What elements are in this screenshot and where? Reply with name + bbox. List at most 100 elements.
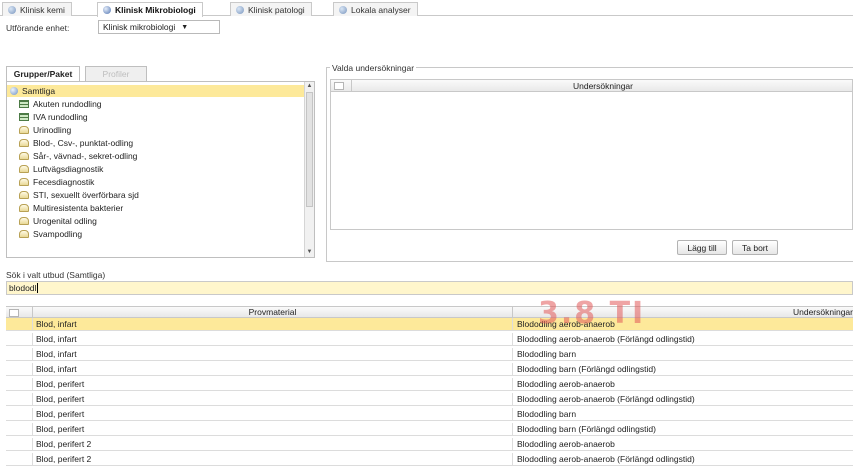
cell-test: Blododling barn <box>517 409 577 419</box>
scrollbar-thumb[interactable] <box>306 92 313 207</box>
column-header-provmaterial[interactable]: Provmaterial <box>32 307 513 318</box>
search-value: blododl <box>9 283 37 293</box>
group-item[interactable]: Svampodling <box>7 228 305 240</box>
add-button[interactable]: Lägg till <box>677 240 727 255</box>
cell-material: Blod, perifert <box>32 423 513 436</box>
cell-material: Blod, perifert <box>32 393 513 406</box>
table-row[interactable]: Blod, perifert Blododling aerob-anaerob <box>6 378 853 391</box>
cell-test: Blododling aerob-anaerob <box>517 379 615 389</box>
package-icon <box>19 152 29 160</box>
group-item-label: Urinodling <box>33 125 72 135</box>
tab-lokala-analyser[interactable]: Lokala analyser <box>333 2 418 16</box>
tab-label: Lokala analyser <box>351 4 411 15</box>
cell-material: Blod, infart <box>32 318 513 331</box>
table-row[interactable]: Blod, infart Blododling barn (Förlängd o… <box>6 363 853 376</box>
select-all-checkbox[interactable] <box>334 82 344 90</box>
group-item-samtliga[interactable]: Samtliga <box>7 85 305 97</box>
group-item-label: Sår-, vävnad-, sekret-odling <box>33 151 138 161</box>
tab-klinisk-kemi[interactable]: Klinisk kemi <box>2 2 72 16</box>
group-item[interactable]: STI, sexuellt överförbara sjd <box>7 189 305 201</box>
selected-tests-grid: Undersökningar <box>330 79 853 230</box>
chevron-down-icon: ▼ <box>181 23 189 31</box>
group-item[interactable]: Akuten rundodling <box>7 98 305 110</box>
table-row[interactable]: Blod, perifert Blododling barn (Förlängd… <box>6 423 853 436</box>
cell-test: Blododling aerob-anaerob (Förlängd odlin… <box>517 454 695 464</box>
remove-button[interactable]: Ta bort <box>732 240 778 255</box>
unit-dropdown[interactable]: Klinisk mikrobiologi ▼ <box>98 20 220 34</box>
group-item-label: Blod-, Csv-, punktat-odling <box>33 138 134 148</box>
tab-label: Klinisk kemi <box>20 4 65 15</box>
search-input[interactable]: blododl <box>6 281 853 295</box>
globe-icon <box>10 87 18 95</box>
column-header-undersokningar[interactable]: Undersökningar <box>513 307 853 318</box>
selected-tests-legend: Valda undersökningar <box>330 63 417 73</box>
tab-klinisk-patologi[interactable]: Klinisk patologi <box>230 2 312 16</box>
tab-label: Klinisk Mikrobiologi <box>115 5 196 15</box>
cell-test: Blododling aerob-anaerob (Förlängd odlin… <box>517 334 695 344</box>
group-item-label: STI, sexuellt överförbara sjd <box>33 190 139 200</box>
tab-profiles[interactable]: Profiler <box>85 66 147 81</box>
package-icon <box>19 126 29 134</box>
cell-material: Blod, perifert 2 <box>32 438 513 451</box>
tab-klinisk-mikrobiologi[interactable]: Klinisk Mikrobiologi <box>97 2 203 17</box>
cell-material: Blod, infart <box>32 363 513 376</box>
results-table: Blod, infart Blododling aerob-anaerob Bl… <box>6 318 853 473</box>
package-icon <box>19 165 29 173</box>
tab-groups-packages[interactable]: Grupper/Paket <box>6 66 80 81</box>
table-row[interactable]: Blod, perifert Blododling aerob-anaerob … <box>6 393 853 406</box>
group-item-label: Samtliga <box>22 86 56 96</box>
group-item[interactable]: Multiresistenta bakterier <box>7 202 305 214</box>
search-label: Sök i valt utbud (Samtliga) <box>6 270 106 280</box>
group-item[interactable]: Urinodling <box>7 124 305 136</box>
cell-test: Blododling aerob-anaerob <box>517 439 615 449</box>
group-item[interactable]: Sår-, vävnad-, sekret-odling <box>7 150 305 162</box>
group-list: Samtliga Akuten rundodling IVA rundodlin… <box>6 81 315 258</box>
package-icon <box>19 139 29 147</box>
scroll-up-icon[interactable]: ▲ <box>305 82 314 91</box>
scroll-down-icon[interactable]: ▼ <box>305 248 314 257</box>
package-icon <box>19 178 29 186</box>
table-icon <box>19 100 29 108</box>
globe-icon <box>103 6 111 14</box>
globe-icon <box>236 5 244 14</box>
results-header: Provmaterial Undersökningar <box>6 306 853 318</box>
cell-test: Blododling aerob-anaerob (Förlängd odlin… <box>517 394 695 404</box>
table-icon <box>19 113 29 121</box>
package-icon <box>19 204 29 212</box>
package-icon <box>19 230 29 238</box>
group-item[interactable]: Luftvägsdiagnostik <box>7 163 305 175</box>
cell-test: Blododling barn (Förlängd odlingstid) <box>517 424 656 434</box>
unit-label: Utförande enhet: <box>6 23 70 33</box>
cell-test: Blododling barn <box>517 349 577 359</box>
globe-icon <box>8 5 16 14</box>
group-list-scrollbar[interactable]: ▲ ▼ <box>304 82 314 257</box>
column-header-undersokningar[interactable]: Undersökningar <box>351 80 853 92</box>
group-item[interactable]: Urogenital odling <box>7 215 305 227</box>
cell-material: Blod, perifert <box>32 408 513 421</box>
group-item[interactable]: IVA rundodling <box>7 111 305 123</box>
module-tab-bar: Klinisk kemi Klinisk Mikrobiologi Klinis… <box>0 0 853 17</box>
table-row[interactable]: Blod, infart Blododling aerob-anaerob <box>6 318 853 331</box>
table-row[interactable]: Blod, perifert 2 Blododling aerob-anaero… <box>6 438 853 451</box>
table-row[interactable]: Blod, infart Blododling aerob-anaerob (F… <box>6 333 853 346</box>
unit-value: Klinisk mikrobiologi <box>103 22 176 32</box>
cell-material: Blod, perifert <box>32 378 513 391</box>
cell-test: Blododling barn (Förlängd odlingstid) <box>517 364 656 374</box>
select-all-checkbox[interactable] <box>9 309 19 317</box>
group-item-label: Svampodling <box>33 229 83 239</box>
selected-tests-header: Undersökningar <box>331 80 852 92</box>
group-item-label: Luftvägsdiagnostik <box>33 164 104 174</box>
cell-material: Blod, perifert 2 <box>32 453 513 466</box>
table-row[interactable]: Blod, perifert 2 Blododling aerob-anaero… <box>6 453 853 466</box>
group-item-label: Multiresistenta bakterier <box>33 203 124 213</box>
group-item-label: Fecesdiagnostik <box>33 177 95 187</box>
cell-material: Blod, infart <box>32 348 513 361</box>
package-icon <box>19 217 29 225</box>
table-row[interactable]: Blod, infart Blododling barn <box>6 348 853 361</box>
tab-label: Klinisk patologi <box>248 4 305 15</box>
table-row[interactable]: Blod, perifert Blododling barn <box>6 408 853 421</box>
group-item[interactable]: Fecesdiagnostik <box>7 176 305 188</box>
globe-icon <box>339 5 347 14</box>
group-item[interactable]: Blod-, Csv-, punktat-odling <box>7 137 305 149</box>
group-item-label: Akuten rundodling <box>33 99 102 109</box>
